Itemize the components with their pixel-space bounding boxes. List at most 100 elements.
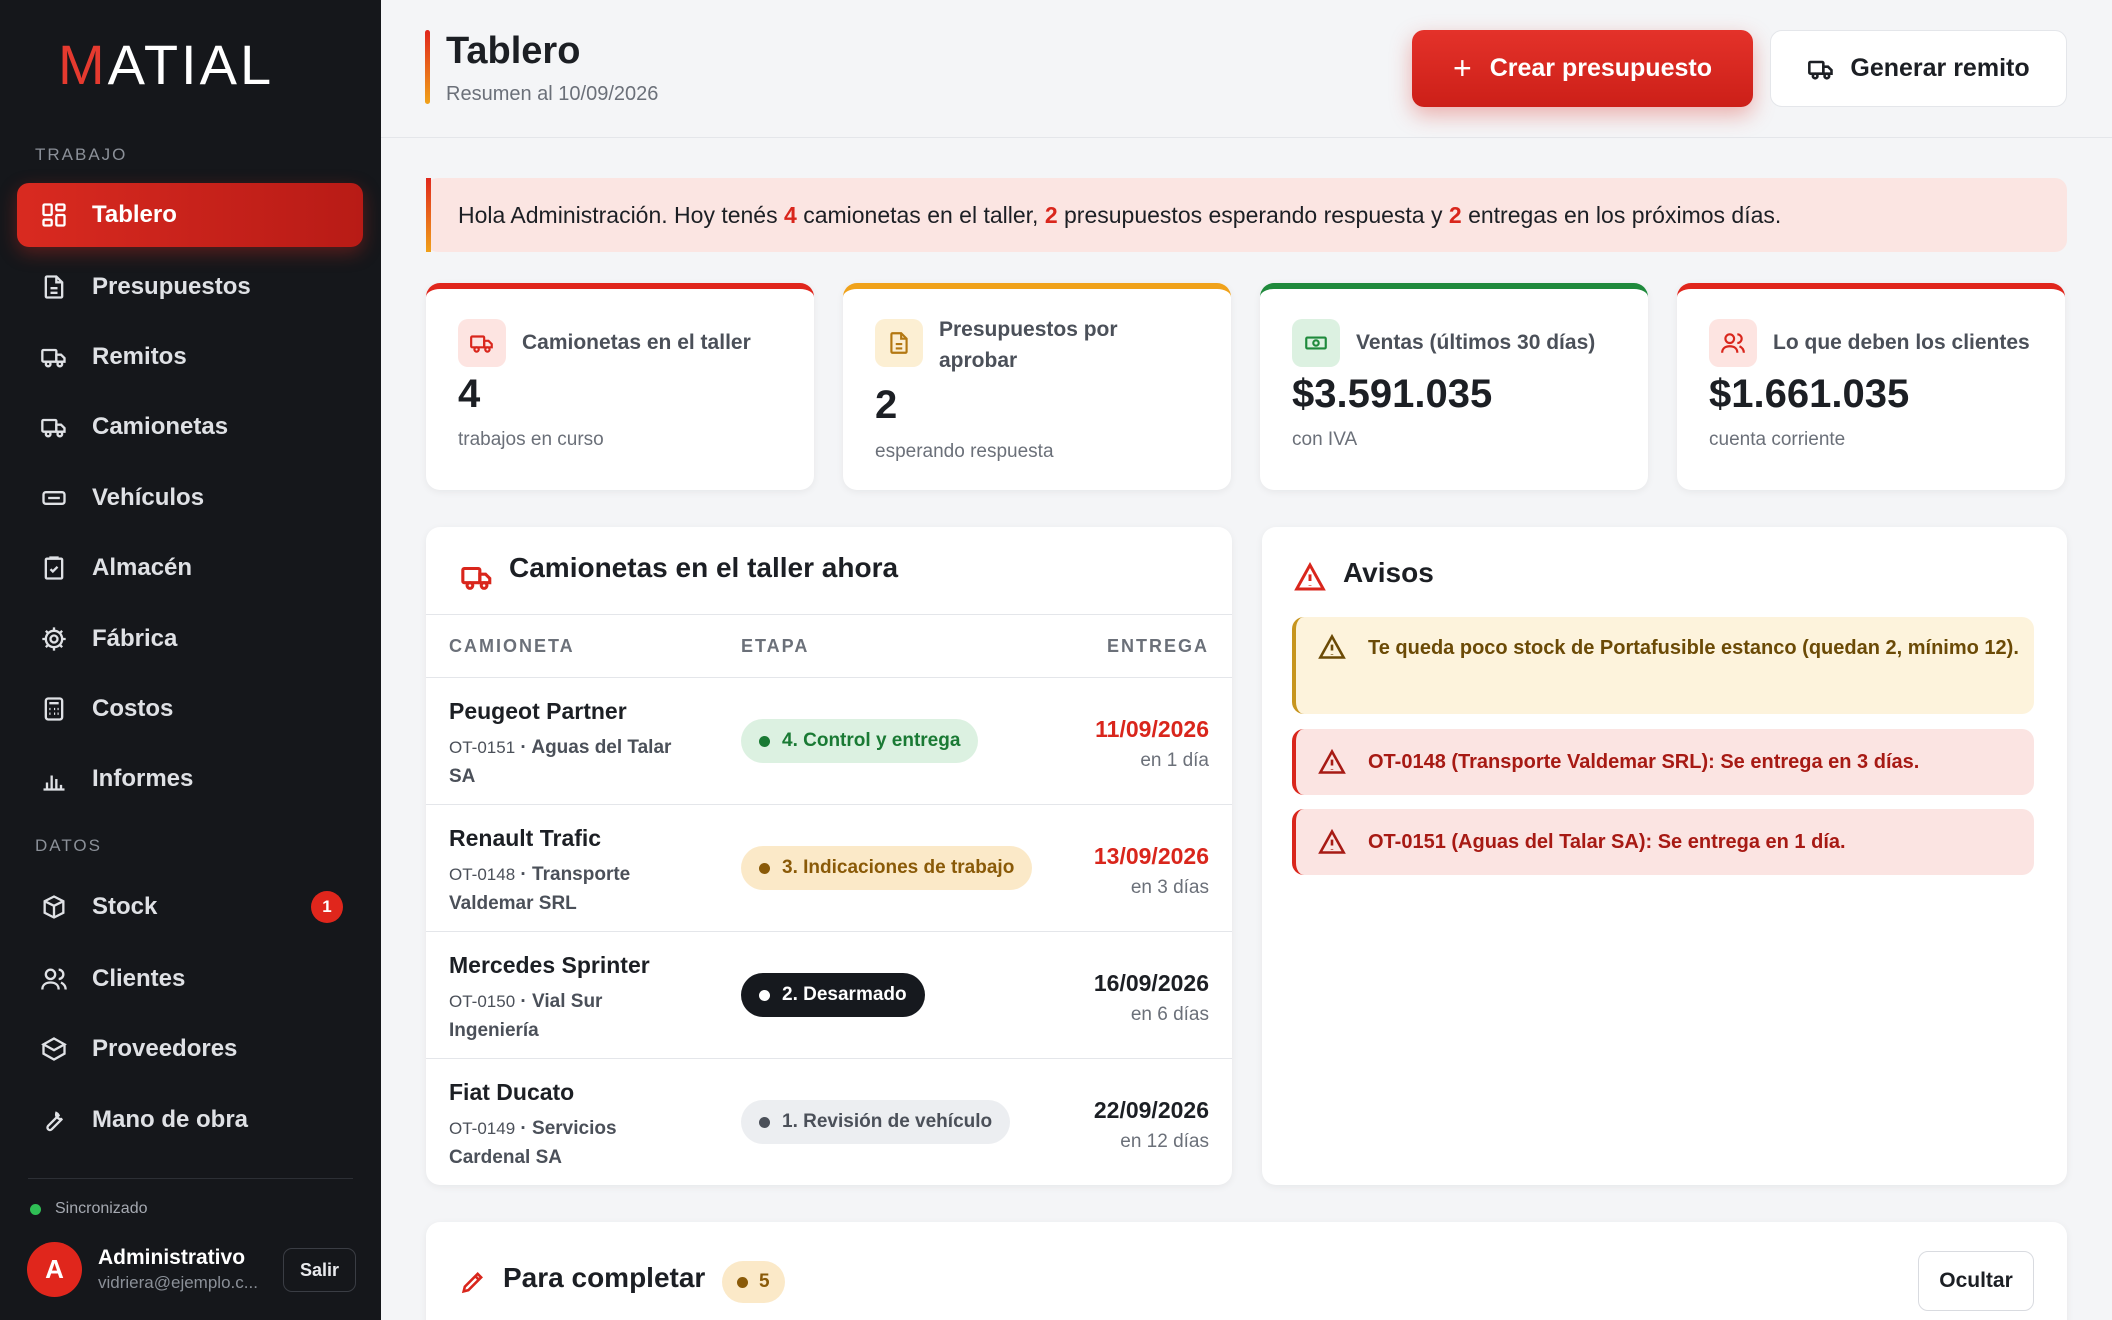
table-row[interactable]: Fiat Ducato OT-0149 · Servicios Cardenal… [426,1059,1232,1186]
stat-value: 4 [458,372,481,416]
to-complete-title: Para completar [503,1262,706,1293]
stage-badge: 1. Revisión de vehículo [741,1100,1011,1144]
app-logo[interactable]: MATIAL [58,32,274,97]
alerts-title: Avisos [1343,557,1434,588]
stat-subtitle: con IVA [1292,429,1358,450]
user-name: Administrativo [98,1246,246,1269]
delivery-relative: en 3 días [1130,877,1209,898]
stat-subtitle: esperando respuesta [875,441,1054,462]
sidebar-item-label: Informes [92,765,194,792]
sidebar-item-remitos[interactable]: Remitos [17,325,363,389]
sidebar-item-informes[interactable]: Informes [17,747,363,811]
stat-value: $3.591.035 [1292,372,1493,416]
vehicle-order: OT-0149 · Servicios Cardenal SA [449,1118,617,1168]
stat-title: Camionetas en el taller [522,331,751,354]
vehicle-order: OT-0148 · Transporte Valdemar SRL [449,864,631,914]
table-row[interactable]: Peugeot Partner OT-0151 · Aguas del Tala… [426,678,1232,805]
sidebar-item-presupuestos[interactable]: Presupuestos [17,255,363,319]
warning-icon [1318,633,1346,659]
user-profile[interactable]: A Administrativo vidriera@ejemplo.c... [27,1242,258,1297]
sidebar-item-tablero[interactable]: Tablero [17,183,363,247]
trucks-panel: Camionetas en el taller ahora CAMIONETA … [426,527,1232,1185]
sidebar-item-label: Costos [92,695,174,722]
alert-item-danger[interactable]: OT-0148 (Transporte Valdemar SRL): Se en… [1292,729,2034,795]
truck-icon [39,412,69,442]
users-icon [1709,319,1757,367]
stat-card-camionetas[interactable]: Camionetas en el taller 4 trabajos en cu… [426,283,814,490]
vehicle-name: Fiat Ducato [449,1079,575,1105]
warning-icon [1294,561,1328,595]
stat-card-ventas[interactable]: Ventas (últimos 30 días) $3.591.035 con … [1260,283,1648,490]
logout-button[interactable]: Salir [283,1248,356,1292]
sidebar-item-label: Tablero [92,201,177,228]
vehicle-name: Renault Trafic [449,825,602,851]
delivery-date: 11/09/2026 [1095,716,1209,742]
sidebar-item-label: Remitos [92,343,187,370]
stat-title: Lo que deben los clientes [1773,331,2030,354]
generate-remito-button[interactable]: Generar remito [1770,30,2067,107]
truck-icon [458,319,506,367]
users-icon [39,964,69,994]
sidebar-item-almacen[interactable]: Almacén [17,536,363,600]
column-header[interactable]: ETAPA [741,636,809,657]
page-subtitle: Resumen al 10/09/2026 [446,83,659,105]
plus-icon: + [1453,50,1472,86]
truck-icon [460,560,494,594]
table-header: CAMIONETA ETAPA ENTREGA [426,614,1232,678]
sidebar-item-label: Presupuestos [92,273,251,300]
to-complete-count: 5 [722,1261,785,1303]
stat-value: 2 [875,383,898,427]
avatar: A [27,1242,82,1297]
user-email: vidriera@ejemplo.c... [98,1273,258,1292]
table-row[interactable]: Mercedes Sprinter OT-0150 · Vial Sur Ing… [426,932,1232,1059]
bar-chart-icon [39,764,69,794]
column-header[interactable]: ENTREGA [1107,636,1209,657]
sidebar-divider [28,1178,353,1179]
vehicle-order: OT-0151 · Aguas del Talar SA [449,737,672,787]
stage-badge: 4. Control y entrega [741,719,979,763]
alert-item-warning[interactable]: Te queda poco stock de Portafusible esta… [1292,617,2034,714]
money-icon [1292,319,1340,367]
hide-button[interactable]: Ocultar [1918,1251,2034,1311]
sidebar-item-costos[interactable]: Costos [17,677,363,741]
sidebar-item-mano-de-obra[interactable]: Mano de obra [17,1088,363,1152]
sidebar-item-vehiculos[interactable]: Vehículos [17,466,363,530]
gear-icon [39,624,69,654]
sidebar-item-fabrica[interactable]: Fábrica [17,607,363,671]
section-label-datos: DATOS [35,836,102,855]
greeting-banner: Hola Administración. Hoy tenés 4 camione… [426,178,2067,252]
stat-subtitle: cuenta corriente [1709,429,1846,450]
wrench-icon [39,1105,69,1135]
stat-value: $1.661.035 [1709,372,1910,416]
page-header: Tablero Resumen al 10/09/2026 + Crear pre… [381,0,2112,138]
truck-icon [1808,60,1834,80]
sidebar-item-clientes[interactable]: Clientes [17,947,363,1011]
sidebar-item-label: Camionetas [92,413,229,440]
alert-item-danger[interactable]: OT-0151 (Aguas del Talar SA): Se entrega… [1292,809,2034,875]
delivery-date: 13/09/2026 [1093,843,1209,869]
vehicle-order: OT-0150 · Vial Sur Ingeniería [449,991,603,1041]
delivery-relative: en 1 día [1140,750,1209,771]
section-label-trabajo: TRABAJO [35,145,128,164]
card-icon [39,483,69,513]
table-row[interactable]: Renault Trafic OT-0148 · Transporte Vald… [426,805,1232,932]
delivery-date: 22/09/2026 [1093,1097,1209,1123]
delivery-date: 16/09/2026 [1093,970,1209,996]
stat-card-deuda[interactable]: Lo que deben los clientes $1.661.035 cue… [1677,283,2065,490]
sidebar: MATIAL TRABAJO Tablero Presupuestos Remi… [0,0,381,1320]
column-header[interactable]: CAMIONETA [449,636,575,657]
document-icon [875,319,923,367]
vehicle-name: Mercedes Sprinter [449,952,650,978]
clipboard-icon [39,553,69,583]
to-complete-panel: Para completar 5 Ocultar [426,1222,2067,1320]
warning-icon [1318,828,1346,854]
create-budget-button[interactable]: + Crear presupuesto [1412,30,1753,107]
sidebar-item-stock[interactable]: Stock 1 [17,875,363,939]
grid-icon [39,200,69,230]
sidebar-item-label: Vehículos [92,484,205,511]
calculator-icon [39,694,69,724]
sidebar-item-camionetas[interactable]: Camionetas [17,395,363,459]
stat-card-presupuestos[interactable]: Presupuestos por aprobar 2 esperando res… [843,283,1231,490]
sidebar-item-proveedores[interactable]: Proveedores [17,1017,363,1081]
truck-icon [39,342,69,372]
